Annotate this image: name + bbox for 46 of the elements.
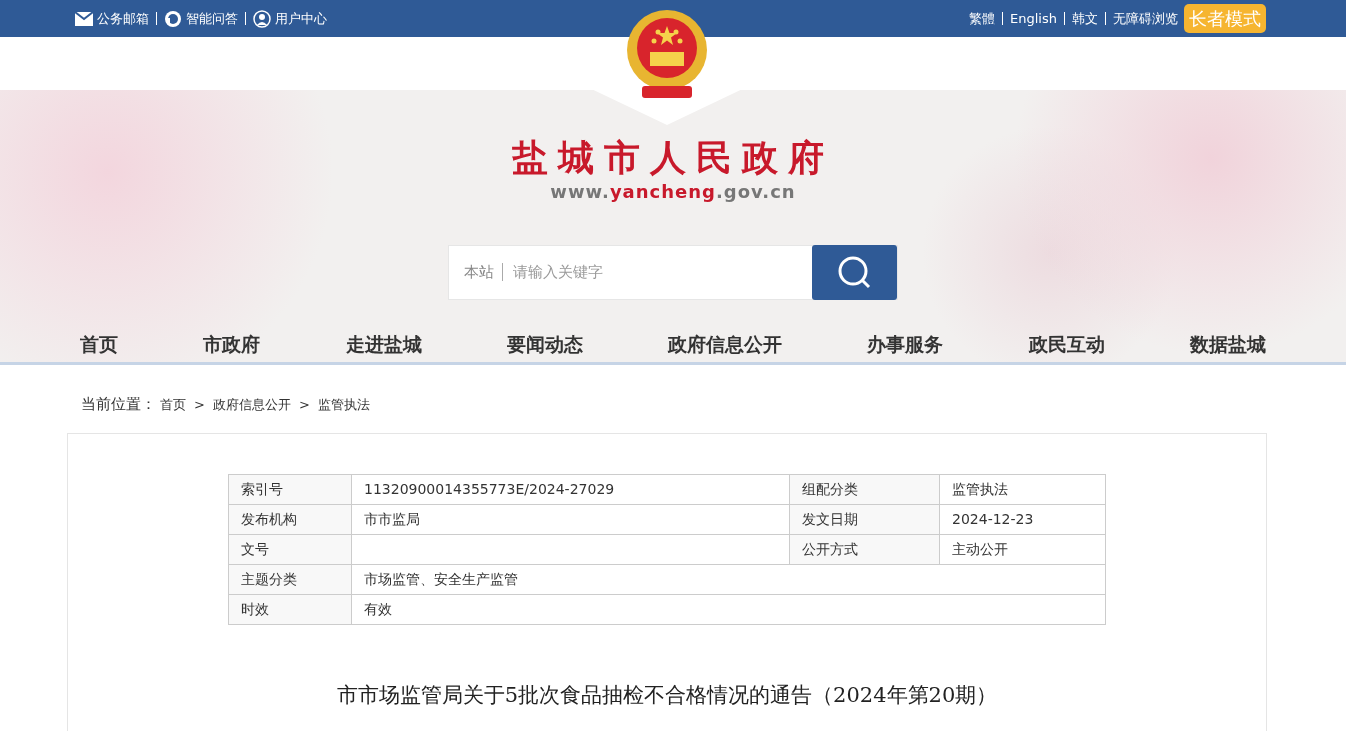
- field-label: 组配分类: [789, 474, 940, 504]
- field-label: 索引号: [228, 474, 352, 504]
- site-name: 盐城市人民政府: [512, 136, 834, 178]
- top-link[interactable]: 无障碍浏览: [1113, 8, 1178, 29]
- nav-link[interactable]: 市政府: [203, 329, 261, 359]
- top-link[interactable]: English: [1010, 8, 1057, 29]
- top-link[interactable]: 用户中心: [275, 8, 327, 29]
- breadcrumb-separator: >: [194, 395, 205, 414]
- field-label: 发文日期: [789, 504, 940, 534]
- field-value: 主动公开: [939, 534, 1106, 564]
- breadcrumb-link[interactable]: 首页: [160, 394, 186, 414]
- search-button[interactable]: [812, 244, 897, 300]
- field-label: 文号: [228, 534, 352, 564]
- breadcrumb-label: 当前位置：: [81, 394, 156, 415]
- top-link[interactable]: 繁體: [969, 8, 996, 29]
- headset-icon: [164, 9, 182, 28]
- nav-link[interactable]: 走进盐城: [345, 329, 422, 359]
- field-value: 11320900014355773E/2024-27029: [351, 474, 790, 504]
- field-value: 市市监局: [351, 504, 790, 534]
- site-url: www.yancheng.gov.cn: [549, 179, 797, 204]
- field-value: 市场监管、安全生产监管: [351, 564, 1106, 594]
- field-value: 有效: [351, 594, 1106, 624]
- nav-link[interactable]: 数据盐城: [1189, 329, 1266, 359]
- nav-link[interactable]: 政民互动: [1028, 329, 1105, 359]
- search-scope-label: 本站: [449, 263, 503, 282]
- top-link[interactable]: 韩文: [1072, 8, 1098, 29]
- field-label: 主题分类: [228, 564, 352, 594]
- field-value: 2024-12-23: [939, 504, 1106, 534]
- article-title: 市市场监管局关于5批次食品抽检不合格情况的通告（2024年第20期）: [335, 681, 999, 709]
- mail-icon: [75, 11, 93, 26]
- nav-link[interactable]: 首页: [80, 329, 118, 359]
- field-label: 时效: [228, 594, 352, 624]
- nav-link[interactable]: 办事服务: [867, 329, 944, 359]
- user-icon: [253, 9, 271, 28]
- field-value: 监管执法: [939, 474, 1106, 504]
- breadcrumb-link[interactable]: 政府信息公开: [212, 394, 291, 414]
- field-label: 公开方式: [789, 534, 940, 564]
- search-input[interactable]: 请输入关键字: [503, 259, 812, 285]
- breadcrumb-link[interactable]: 监管执法: [317, 394, 370, 414]
- nav-link[interactable]: 要闻动态: [506, 329, 583, 359]
- breadcrumb-separator: >: [298, 395, 310, 414]
- nav-link[interactable]: 政府信息公开: [668, 329, 783, 359]
- top-link[interactable]: 智能问答: [186, 8, 238, 29]
- field-label: 发布机构: [228, 504, 352, 534]
- search-bar[interactable]: 本站 请输入关键字: [448, 244, 898, 300]
- top-link[interactable]: 公务邮箱: [97, 8, 149, 29]
